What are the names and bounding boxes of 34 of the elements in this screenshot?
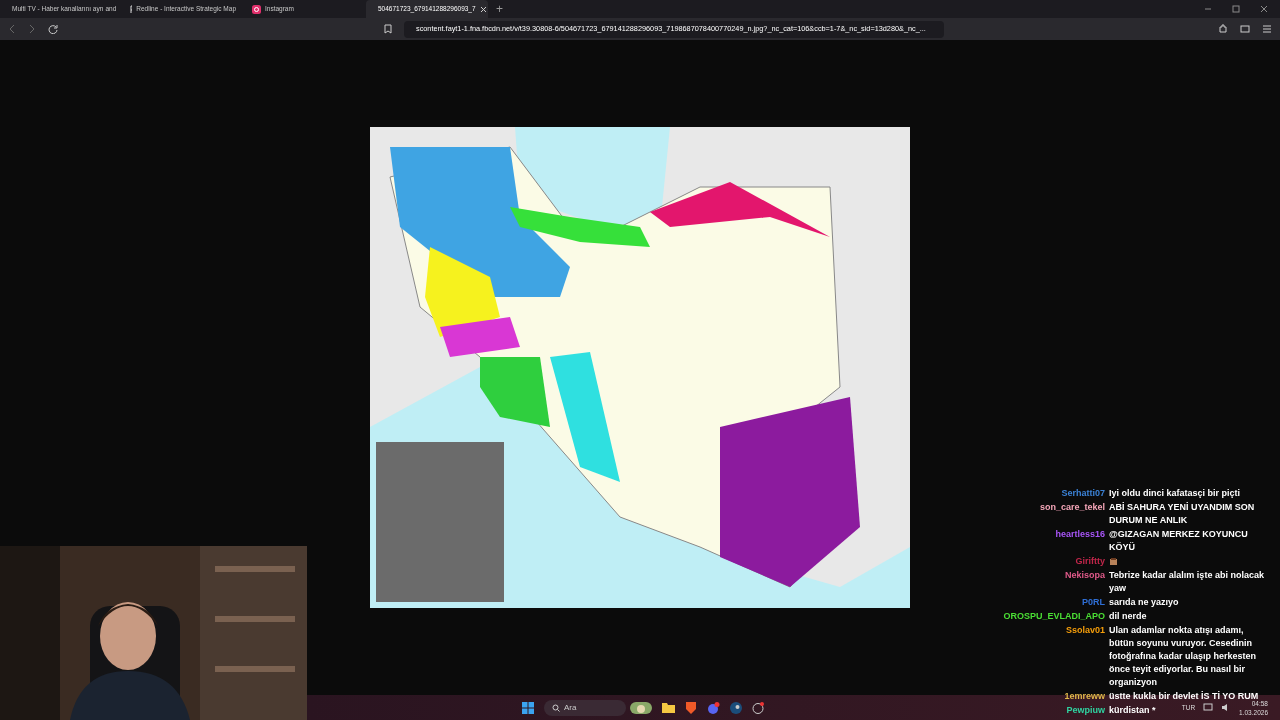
chat-message: Iyi oldu dinci kafatasçi bir piçti [1109, 487, 1241, 500]
camera-icon [252, 4, 261, 14]
chat-message: dil nerde [1109, 610, 1147, 623]
chat-username: OROSPU_EVLADI_APO [1002, 610, 1105, 623]
chat-username: 1emreww [1063, 690, 1105, 703]
chat-username: Nekisopa [1063, 569, 1105, 582]
chat-username: Giriftty [1074, 555, 1105, 568]
chat-message: üstte kukla bir devlet İS Tİ YO RUM [1109, 690, 1259, 701]
chat-username: Serhatti07 [1060, 487, 1105, 500]
menu-icon[interactable] [1262, 24, 1272, 34]
reload-icon[interactable] [48, 24, 58, 34]
forward-icon[interactable] [28, 24, 36, 34]
close-tab-icon[interactable] [479, 5, 487, 13]
bookmark-icon[interactable] [384, 24, 392, 34]
folder-icon[interactable] [662, 702, 675, 713]
chat-message: ABİ SAHURA YENİ UYANDIM SON DURUM NE ANLIK [1109, 501, 1256, 527]
lion-shield-icon[interactable] [685, 701, 697, 714]
chat-username: P0RL [1081, 596, 1105, 609]
chat-username: son_care_tekel [1038, 501, 1105, 514]
chat-message: sarıda ne yazıyo [1109, 596, 1179, 609]
emote-icon [1109, 557, 1118, 566]
chat-username: Pewpiuw [1065, 704, 1105, 717]
close-icon[interactable] [1260, 5, 1268, 13]
search-icon [552, 703, 560, 712]
chat-username: heartless16 [1054, 528, 1105, 541]
windows-start-icon[interactable] [522, 701, 534, 714]
chat-username: Ssolav01 [1064, 624, 1105, 637]
chat-message: @GIZAGAN MERKEZ KOYUNCU KÖYÜ [1109, 528, 1249, 554]
taskbar-search-field[interactable]: Ara [544, 699, 626, 716]
maximize-icon[interactable] [1232, 5, 1240, 13]
network-icon[interactable] [1203, 703, 1214, 712]
chat-message: kürdistan * [1109, 704, 1156, 717]
back-icon[interactable] [8, 24, 16, 34]
new-tab-button[interactable]: + [496, 0, 503, 18]
